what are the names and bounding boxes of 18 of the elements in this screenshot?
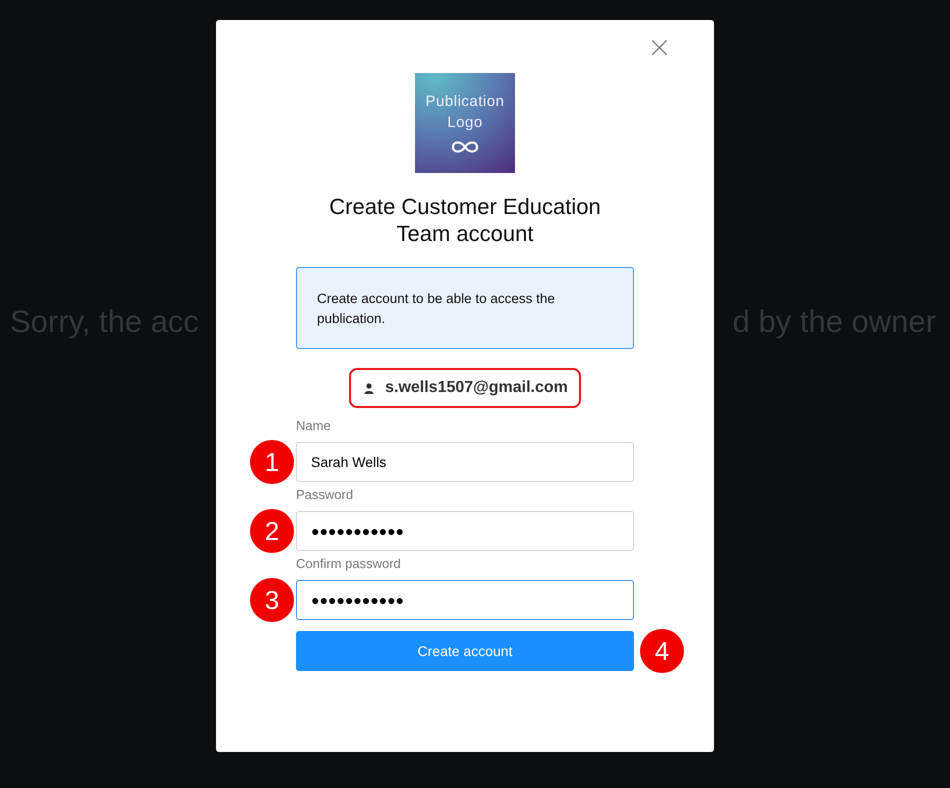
field-label: Password <box>296 487 354 504</box>
dialog-title: Create Customer Education Team account <box>328 193 602 247</box>
field-label: Name <box>296 418 332 435</box>
field-label: Confirm password <box>296 556 402 573</box>
input-field[interactable]: Sarah Wells <box>296 442 634 482</box>
infinity-icon <box>451 139 479 155</box>
input-field[interactable]: ●●●●●●●●●●● <box>296 511 634 551</box>
email-text: s.wells1507@gmail.com <box>385 379 568 397</box>
person-icon <box>364 382 374 394</box>
input-field[interactable]: ●●●●●●●●●●● <box>296 580 634 620</box>
logo-text: Publication <box>426 92 504 112</box>
step-marker: 2 <box>250 509 294 553</box>
close-button[interactable]: × <box>646 34 672 62</box>
step-marker: 1 <box>250 440 294 484</box>
step-marker: 4 <box>640 629 684 673</box>
logo-text: Logo <box>447 113 483 133</box>
info-message: Create account to be able to access the publication. <box>296 267 634 349</box>
step-marker: 3 <box>250 578 294 622</box>
